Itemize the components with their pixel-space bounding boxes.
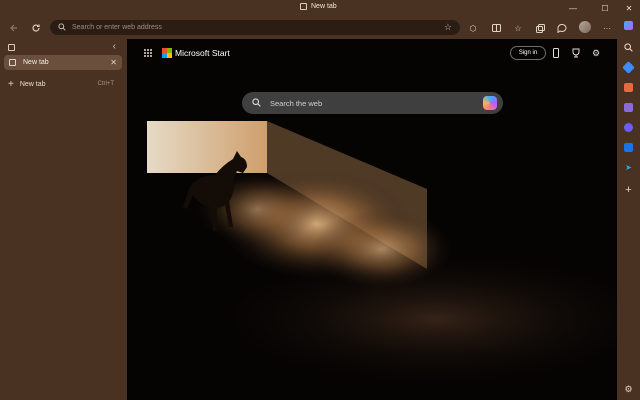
web-search-box[interactable]: Search the web: [242, 92, 503, 114]
collections-icon[interactable]: [534, 22, 546, 34]
copilot-sidebar-icon[interactable]: [622, 19, 635, 32]
split-screen-icon[interactable]: [490, 22, 502, 34]
settings-icon[interactable]: ⚙: [590, 47, 602, 59]
window-title: New tab: [311, 3, 337, 10]
search-placeholder: Search the web: [270, 98, 323, 108]
favorites-icon[interactable]: ☆: [512, 22, 524, 34]
copilot-app-icon[interactable]: [622, 121, 635, 134]
sign-in-button[interactable]: Sign in: [510, 46, 546, 60]
tab-icon: [300, 3, 307, 10]
window-title-group: New tab: [300, 3, 337, 10]
minimize-button[interactable]: —: [564, 2, 582, 14]
add-icon[interactable]: +: [622, 183, 635, 196]
new-tab-button[interactable]: + New tab Ctrl+T: [4, 78, 122, 90]
rewards-icon[interactable]: [570, 47, 582, 59]
close-button[interactable]: ✕: [620, 2, 638, 14]
telegram-icon[interactable]: ➤: [622, 161, 635, 174]
settings-icon[interactable]: ⚙: [622, 383, 635, 396]
microsoft-logo-icon: [162, 48, 172, 58]
tab-label: New tab: [23, 59, 49, 66]
profile-avatar[interactable]: [579, 21, 591, 33]
plus-icon: +: [8, 78, 14, 90]
collapse-pane-icon[interactable]: ‹: [113, 41, 116, 52]
new-tab-shortcut: Ctrl+T: [97, 81, 115, 87]
edge-sidebar: ➤ + ⚙: [617, 17, 640, 400]
copilot-icon[interactable]: [556, 22, 568, 34]
browser-toolbar: Search or enter web address ☆ ⬡ ☆ ···: [0, 17, 640, 39]
vertical-tabs-header: ‹: [6, 41, 120, 54]
new-tab-label: New tab: [19, 80, 46, 88]
search-icon: [252, 97, 261, 109]
maximize-button[interactable]: ☐: [596, 2, 614, 14]
ntp-top-bar: Microsoft Start Sign in ⚙: [127, 39, 617, 69]
close-tab-icon[interactable]: ✕: [110, 58, 117, 67]
tab-favicon: [9, 59, 16, 66]
extensions-icon[interactable]: ⬡: [467, 22, 479, 34]
address-placeholder: Search or enter web address: [72, 24, 162, 31]
title-bar: New tab — ☐ ✕: [0, 0, 640, 17]
vertical-tabs-pane: ‹ New tab ✕ + New tab Ctrl+T: [0, 39, 126, 400]
new-tab-page: Microsoft Start Sign in ⚙ Search the web: [127, 39, 617, 400]
tools-icon[interactable]: [622, 81, 635, 94]
outlook-icon[interactable]: [622, 141, 635, 154]
favorite-star-icon[interactable]: ☆: [444, 22, 452, 33]
search-icon[interactable]: [622, 41, 635, 54]
tab-actions-icon[interactable]: [8, 44, 15, 51]
copilot-icon[interactable]: [483, 96, 497, 110]
shopping-icon[interactable]: [622, 61, 635, 74]
games-icon[interactable]: [622, 101, 635, 114]
back-button[interactable]: [7, 21, 21, 35]
more-icon[interactable]: ···: [601, 22, 613, 34]
arrow-left-icon: [10, 24, 17, 32]
app-launcher-icon[interactable]: [144, 49, 153, 58]
address-bar[interactable]: Search or enter web address ☆: [50, 20, 460, 35]
tab-new-tab[interactable]: New tab ✕: [4, 55, 122, 70]
search-icon: [58, 22, 66, 33]
phone-icon[interactable]: [550, 47, 562, 59]
refresh-icon: [32, 24, 40, 32]
refresh-button[interactable]: [29, 21, 43, 35]
brand-title[interactable]: Microsoft Start: [175, 48, 230, 58]
